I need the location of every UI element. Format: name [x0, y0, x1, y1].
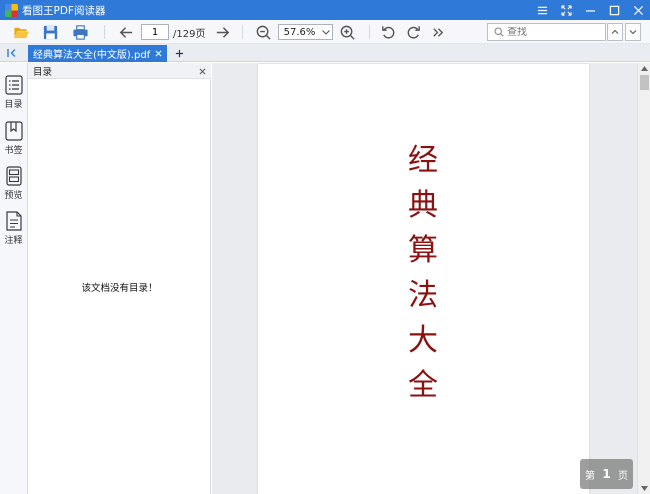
window-controls [530, 0, 650, 20]
page-indicator-suffix: 页 [617, 470, 628, 482]
panel-title: 目录 [33, 66, 53, 78]
scroll-thumb[interactable] [640, 75, 649, 90]
maximize-button[interactable] [602, 0, 626, 20]
triangle-up-icon [640, 66, 648, 71]
sidebar-item-label: 预览 [4, 191, 23, 201]
toolbar-separator [104, 25, 105, 39]
chevron-down-icon [629, 30, 637, 35]
thumbnail-icon [5, 166, 22, 186]
toolbar-separator [242, 25, 243, 39]
title-char: 法 [408, 278, 438, 313]
document-title: 经 典 算 法 大 全 [401, 138, 445, 408]
collapse-left-icon [7, 49, 16, 57]
folder-open-icon [13, 27, 29, 38]
menu-button[interactable] [530, 0, 554, 20]
collapse-sidebar-button[interactable] [4, 46, 20, 60]
list-icon [4, 75, 23, 95]
arrow-left-icon [119, 26, 132, 38]
zoom-in-icon [340, 25, 355, 40]
vertical-scrollbar[interactable] [637, 63, 650, 494]
page-indicator-number: 1 [602, 467, 611, 481]
chevron-up-icon [611, 29, 619, 34]
fullscreen-button[interactable] [554, 0, 578, 20]
tab-bar: 经典算法大全(中文版).pdf [0, 44, 650, 62]
minimize-icon [585, 9, 595, 12]
sidebar-item-outline[interactable]: 目录 [0, 72, 27, 112]
printer-icon [72, 24, 88, 40]
toolbar: /129页 57.6% [0, 20, 650, 44]
title-char: 典 [408, 188, 438, 223]
document-page: 经 典 算 法 大 全 [258, 64, 589, 494]
title-char: 算 [408, 233, 438, 268]
title-char: 大 [408, 323, 438, 358]
next-page-button[interactable] [212, 22, 232, 42]
sidebar-rail: 目录 书签 预览 注释 [0, 63, 28, 494]
sidebar-item-label: 目录 [4, 100, 23, 110]
title-char: 经 [408, 143, 438, 178]
search-icon [494, 27, 504, 37]
window-title: 看图王PDF阅读器 [22, 4, 106, 17]
sidebar-item-label: 注释 [4, 236, 23, 246]
chevron-down-icon [320, 29, 332, 35]
more-tools-button[interactable] [427, 22, 447, 42]
previous-page-button[interactable] [116, 22, 136, 42]
new-tab-button[interactable] [173, 46, 185, 60]
hamburger-menu-icon [537, 6, 547, 14]
zoom-select[interactable]: 57.6% [278, 24, 333, 40]
outline-panel: 目录 该文档没有目录！ [28, 63, 211, 494]
close-window-button[interactable] [626, 0, 650, 20]
tab-document[interactable]: 经典算法大全(中文版).pdf [28, 45, 167, 62]
zoom-out-icon [256, 25, 271, 40]
open-file-button[interactable] [11, 22, 31, 42]
toolbar-separator [369, 25, 370, 39]
annotation-icon [5, 211, 22, 231]
sidebar-item-bookmarks[interactable]: 书签 [0, 118, 27, 158]
panel-header: 目录 [28, 63, 211, 79]
print-button[interactable] [70, 22, 90, 42]
close-icon [633, 5, 643, 15]
sidebar-item-annotations[interactable]: 注释 [0, 208, 27, 248]
page-indicator-prefix: 第 [585, 470, 595, 482]
scroll-down-button[interactable] [638, 483, 650, 494]
panel-close-button[interactable] [197, 66, 207, 76]
search-box [487, 23, 606, 41]
document-view[interactable]: 经 典 算 法 大 全 [212, 63, 637, 494]
bookmark-icon [4, 121, 23, 141]
zoom-in-button[interactable] [337, 22, 357, 42]
search-previous-button[interactable] [607, 23, 623, 41]
save-button[interactable] [40, 22, 60, 42]
rotate-right-button[interactable] [403, 22, 423, 42]
close-icon [155, 50, 161, 56]
minimize-button[interactable] [578, 0, 602, 20]
zoom-value: 57.6% [283, 26, 316, 38]
double-chevron-right-icon [432, 27, 443, 37]
triangle-down-icon [640, 486, 648, 491]
title-char: 全 [408, 368, 438, 403]
page-total-label: /129页 [173, 29, 206, 40]
rotate-cw-icon [407, 25, 420, 39]
scroll-up-button[interactable] [638, 63, 650, 74]
zoom-out-button[interactable] [253, 22, 273, 42]
rotate-left-button[interactable] [378, 22, 398, 42]
empty-outline-message: 该文档没有目录！ [81, 283, 158, 294]
sidebar-item-label: 书签 [4, 146, 23, 156]
arrow-right-icon [216, 26, 229, 38]
search-input[interactable] [507, 26, 597, 38]
sidebar-item-thumbnails[interactable]: 预览 [0, 163, 27, 203]
page-number-input[interactable] [141, 24, 169, 40]
page-indicator: 第 1 页 [580, 459, 633, 489]
tab-close-button[interactable] [153, 47, 163, 59]
maximize-icon [609, 5, 619, 15]
plus-icon [175, 49, 183, 57]
title-bar: 看图王PDF阅读器 [0, 0, 650, 20]
fullscreen-icon [560, 4, 572, 16]
app-logo-icon [5, 3, 18, 17]
close-icon [199, 68, 205, 74]
tab-label: 经典算法大全(中文版).pdf [33, 50, 151, 61]
rotate-ccw-icon [381, 25, 394, 39]
search-next-button[interactable] [625, 23, 641, 41]
save-icon [43, 25, 57, 39]
